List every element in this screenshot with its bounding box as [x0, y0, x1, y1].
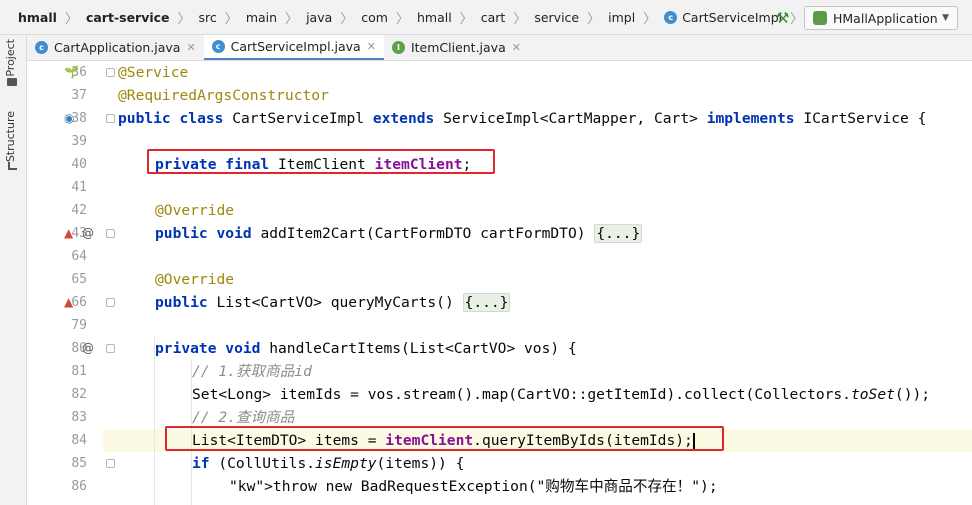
gutter-icon[interactable]: ▲: [64, 291, 73, 314]
breadcrumb-label: impl: [608, 9, 636, 25]
structure-tool-tab[interactable]: Structure: [4, 111, 17, 162]
annotation-gutter-icon[interactable]: @: [82, 222, 94, 245]
code-line: private void handleCartItems(List<CartVO…: [155, 340, 577, 357]
breadcrumb-label: src: [198, 9, 217, 25]
breadcrumb-label: java: [306, 9, 333, 25]
chevron-right-icon: 〉: [285, 11, 299, 27]
breadcrumb-item[interactable]: hmall 〉: [417, 8, 481, 27]
code-line: @Service: [118, 64, 189, 81]
editor-tab[interactable]: c CartApplication.java ✕: [27, 35, 204, 60]
breadcrumb-label: cart-service: [85, 9, 170, 25]
breadcrumb-item[interactable]: service 〉: [534, 8, 608, 27]
code-line: @RequiredArgsConstructor: [118, 87, 329, 104]
editor-tab-label: CartApplication.java: [54, 40, 181, 55]
run-configuration-select[interactable]: HMallApplication ▼: [804, 6, 958, 30]
editor-tab[interactable]: I ItemClient.java ✕: [384, 35, 529, 60]
line-number: 42: [71, 203, 87, 218]
code-editor[interactable]: @Service @RequiredArgsConstructor public c…: [103, 61, 972, 505]
line-number: 79: [71, 318, 87, 333]
code-line: if (CollUtils.isEmpty(items)) {: [192, 455, 465, 472]
breadcrumb-item[interactable]: main 〉: [246, 8, 306, 27]
structure-icon: [8, 162, 17, 170]
code-line: public class CartServiceImpl extends Ser…: [118, 110, 927, 127]
line-number: 83: [71, 410, 87, 425]
breadcrumb-item[interactable]: hmall 〉: [18, 8, 86, 27]
line-number: 41: [71, 180, 87, 195]
line-number: 85: [71, 456, 87, 471]
highlight-box-call: [165, 426, 724, 451]
gutter-icon[interactable]: ◉: [64, 107, 74, 130]
code-line: @Override: [155, 271, 235, 288]
breadcrumb-item[interactable]: cart 〉: [481, 8, 535, 27]
close-icon[interactable]: ✕: [367, 40, 376, 53]
code-line: @Override: [155, 202, 235, 219]
breadcrumb-label: com: [361, 9, 388, 25]
chevron-right-icon: 〉: [395, 11, 409, 27]
close-icon[interactable]: ✕: [512, 41, 521, 54]
line-number: 37: [71, 88, 87, 103]
class-icon: c: [211, 40, 225, 53]
class-icon: c: [35, 41, 48, 54]
spring-boot-icon: [813, 11, 827, 25]
build-hammer-icon[interactable]: ⚒: [776, 9, 789, 27]
breadcrumb-item[interactable]: com 〉: [361, 8, 417, 27]
breadcrumb-item[interactable]: cart-service 〉: [86, 8, 199, 27]
chevron-right-icon: 〉: [177, 11, 191, 27]
run-configuration-label: HMallApplication: [833, 10, 938, 26]
breadcrumb-label: main: [245, 9, 278, 25]
chevron-down-icon: ▼: [942, 13, 949, 23]
editor-tab-bar: c CartApplication.java ✕ c CartServiceImpl.j…: [27, 35, 972, 61]
chevron-right-icon: 〉: [64, 11, 78, 27]
chevron-right-icon: 〉: [459, 11, 473, 27]
breadcrumb-label: service: [534, 9, 580, 25]
tool-window-sidebar: Project Structure: [0, 35, 27, 505]
annotation-gutter-icon[interactable]: @: [82, 337, 94, 360]
breadcrumb-label: cart: [480, 9, 506, 25]
code-line: // 1.获取商品id: [192, 363, 312, 380]
breadcrumb-label: CartServiceImpl: [682, 9, 783, 25]
code-line: public List<CartVO> queryMyCarts() {...}: [155, 293, 511, 312]
chevron-right-icon: 〉: [587, 11, 601, 27]
code-line: public void addItem2Cart(CartFormDTO car…: [155, 224, 643, 243]
editor-tab[interactable]: c CartServiceImpl.java ✕: [203, 35, 384, 60]
class-icon: c: [664, 10, 678, 24]
gutter-icon[interactable]: 🌱: [64, 61, 79, 84]
editor-tab-label: CartServiceImpl.java: [230, 39, 361, 54]
line-number: 40: [71, 157, 87, 172]
breadcrumb-item[interactable]: src 〉: [199, 8, 246, 27]
line-number: 82: [71, 387, 87, 402]
chevron-right-icon: 〉: [224, 11, 238, 27]
indent-guide: [154, 337, 155, 505]
gutter-icon[interactable]: ▲: [64, 222, 73, 245]
chevron-right-icon: 〉: [790, 11, 804, 27]
line-number: 81: [71, 364, 87, 379]
breadcrumb-item[interactable]: impl 〉: [608, 8, 664, 27]
highlight-box-field: [147, 149, 495, 174]
chevron-right-icon: 〉: [513, 11, 527, 27]
close-icon[interactable]: ✕: [186, 41, 195, 54]
line-number: 64: [71, 249, 87, 264]
project-tool-tab[interactable]: Project: [4, 39, 17, 77]
code-line: Set<Long> itemIds = vos.stream().map(Car…: [192, 386, 931, 403]
breadcrumb-label: hmall: [18, 9, 57, 25]
line-number: 65: [71, 272, 87, 287]
code-line: "kw">throw new BadRequestException("购物车中…: [229, 478, 718, 495]
editor-gutter: 36 🌱 37 38 ◉ 39 40 41 42 43 ▲ @64 65 66 ▲ 79 80 @81 82 83 84…: [27, 61, 115, 505]
folder-icon: [7, 78, 17, 86]
line-number: 39: [71, 134, 87, 149]
chevron-right-icon: 〉: [643, 11, 657, 27]
chevron-right-icon: 〉: [340, 11, 354, 27]
interface-icon: I: [391, 41, 405, 54]
breadcrumb-item[interactable]: java 〉: [306, 8, 361, 27]
editor-tab-label: ItemClient.java: [410, 40, 506, 55]
line-number: 86: [71, 479, 87, 494]
breadcrumb-label: hmall: [417, 9, 452, 25]
line-number: 84: [71, 433, 87, 448]
